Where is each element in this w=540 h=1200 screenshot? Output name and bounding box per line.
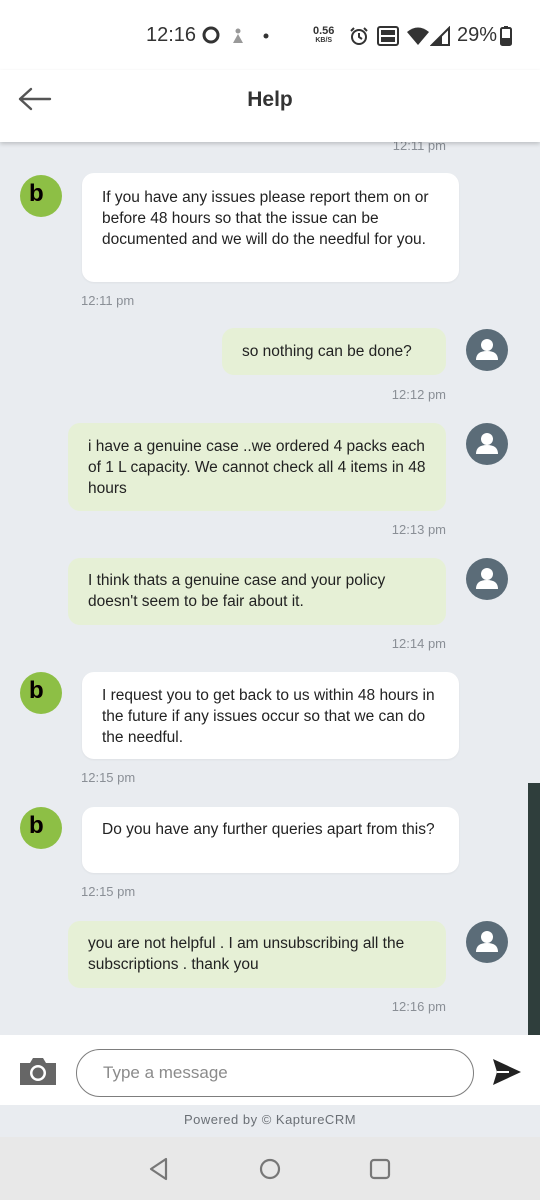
message-time: 12:13 pm [391, 522, 446, 537]
nav-home-icon[interactable] [257, 1156, 283, 1182]
message-time: 12:16 pm [391, 999, 446, 1014]
user-message: you are not helpful . I am unsubscribing… [68, 921, 446, 988]
message-time: 12:11 pm [392, 142, 446, 153]
user-avatar [466, 921, 508, 963]
agent-message: If you have any issues please report the… [82, 173, 459, 282]
agent-message: I request you to get back to us within 4… [82, 672, 459, 759]
battery-icon [500, 26, 512, 46]
bot-avatar-letter: b [29, 812, 44, 839]
user-avatar-icon [476, 931, 498, 952]
page-title: Help [247, 88, 293, 111]
battery-percent: 29% [457, 24, 498, 46]
message-time: 12:15 pm [81, 770, 136, 785]
user-avatar-icon [476, 339, 498, 360]
bot-avatar: bb [20, 175, 62, 217]
scrollbar-thumb[interactable] [528, 783, 540, 1035]
circle-icon [202, 26, 220, 44]
bot-avatar-letter: b [29, 677, 44, 704]
message-time: 12:12 pm [391, 387, 446, 402]
powered-by: Powered by © KaptureCRM [0, 1105, 540, 1137]
user-avatar [466, 423, 508, 465]
network-speed: 0.56 KB/S [313, 26, 334, 46]
vowifi-icon [377, 26, 399, 46]
nav-recents-icon[interactable] [367, 1156, 393, 1182]
chat-area[interactable]: 12:11 pm bb If you have any issues pleas… [0, 142, 540, 1035]
user-icon [233, 28, 243, 43]
user-avatar-icon [476, 433, 498, 454]
bot-avatar: bb [20, 672, 62, 714]
dot-icon [263, 33, 269, 39]
status-time: 12:16 [146, 24, 197, 46]
alarm-icon [350, 27, 368, 45]
bot-avatar-letter: b [29, 180, 44, 207]
signal-icon [430, 26, 450, 46]
send-icon[interactable] [491, 1057, 523, 1087]
app-header: Help [0, 70, 540, 142]
user-avatar [466, 558, 508, 600]
message-input[interactable] [76, 1049, 474, 1097]
system-nav-bar [0, 1137, 540, 1200]
user-message: i have a genuine case ..we ordered 4 pac… [68, 423, 446, 511]
nav-back-icon[interactable] [146, 1156, 172, 1182]
user-message: I think thats a genuine case and your po… [68, 558, 446, 625]
status-bar: 12:16 0.56 KB/S 29% [0, 0, 540, 70]
message-time: 12:11 pm [81, 293, 135, 308]
network-speed-unit: KB/S [315, 37, 333, 44]
user-message: so nothing can be done? [222, 328, 446, 375]
bot-avatar: bb [20, 807, 62, 849]
composer-bar [0, 1035, 540, 1105]
message-time: 12:15 pm [81, 884, 136, 899]
user-avatar [466, 329, 508, 371]
wifi-icon [407, 27, 429, 45]
message-time: 12:14 pm [391, 636, 446, 651]
camera-icon[interactable] [18, 1055, 58, 1087]
user-avatar-icon [476, 568, 498, 589]
agent-message: Do you have any further queries apart fr… [82, 807, 459, 873]
